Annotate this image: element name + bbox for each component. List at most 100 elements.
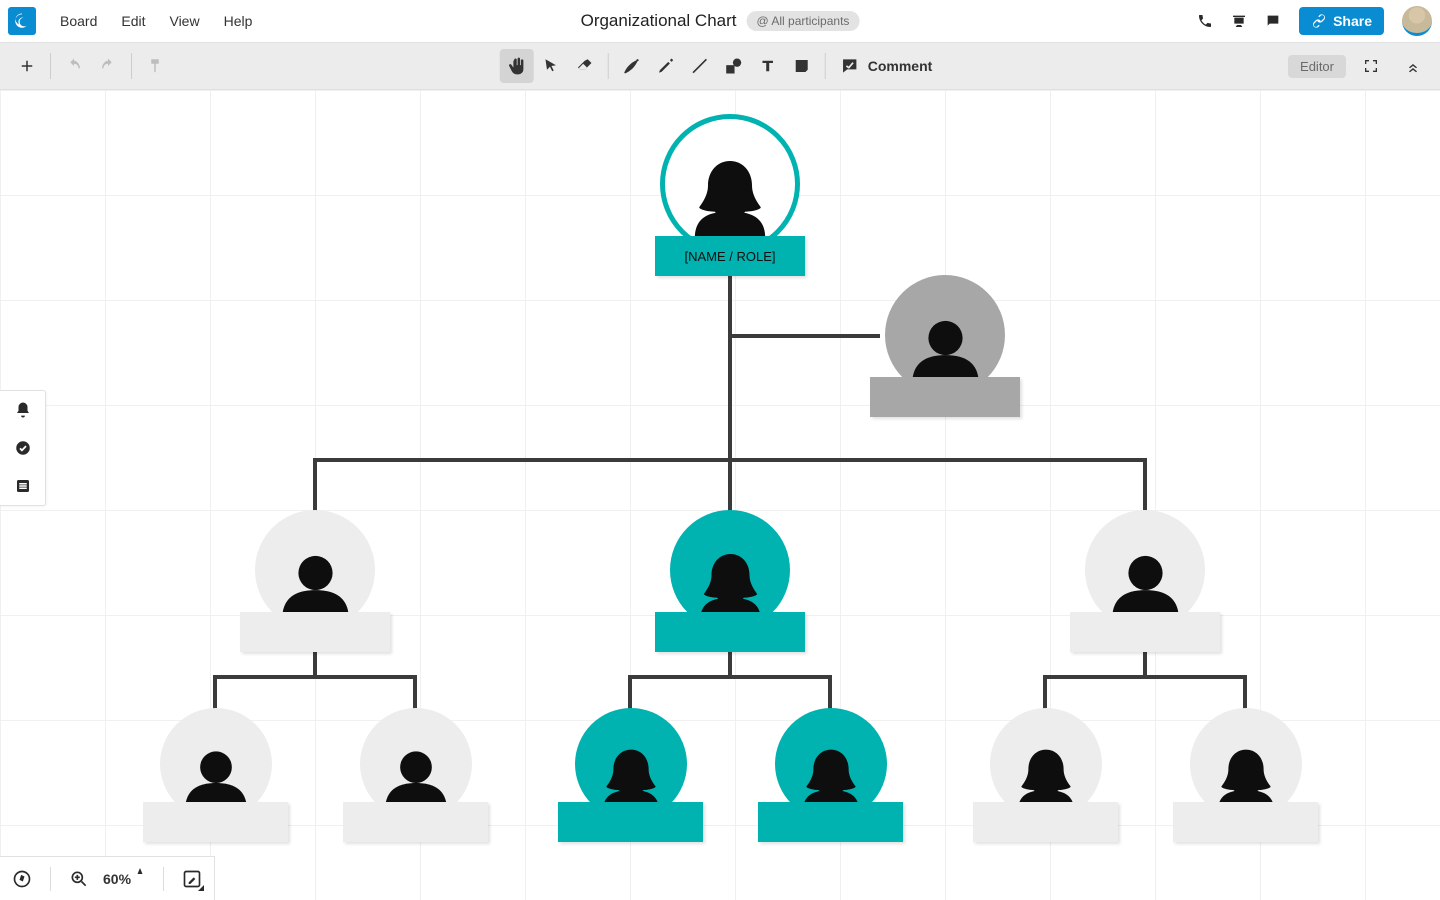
marker-icon — [656, 56, 676, 76]
format-painter-button[interactable] — [138, 49, 172, 83]
collapse-button[interactable] — [1396, 49, 1430, 83]
person-female-icon — [675, 139, 785, 249]
plus-icon — [18, 57, 36, 75]
connector — [728, 648, 732, 678]
connector — [213, 675, 417, 679]
eraser-icon — [576, 57, 594, 75]
shape-tool[interactable] — [717, 49, 751, 83]
pen-icon — [622, 56, 642, 76]
org-node[interactable] — [1173, 708, 1318, 842]
doc-title-area: Organizational Chart @ All participants — [581, 11, 860, 31]
phone-icon[interactable] — [1197, 13, 1213, 29]
separator — [163, 867, 164, 891]
eraser-tool[interactable] — [568, 49, 602, 83]
tool-cluster: Comment — [500, 49, 941, 83]
redo-icon — [99, 57, 117, 75]
separator — [608, 53, 609, 79]
menu-view[interactable]: View — [157, 13, 211, 29]
org-node[interactable] — [758, 708, 903, 842]
connector — [728, 260, 732, 458]
canvas[interactable]: [NAME / ROLE] — [0, 90, 1440, 900]
compass-button[interactable] — [12, 869, 32, 889]
notifications-button[interactable] — [14, 401, 32, 419]
chevrons-up-icon — [1405, 58, 1421, 74]
comment-button[interactable]: Comment — [832, 56, 941, 76]
list-button[interactable] — [14, 477, 32, 495]
org-node[interactable] — [655, 510, 805, 652]
compass-icon — [12, 869, 32, 889]
redo-button[interactable] — [91, 49, 125, 83]
org-node[interactable] — [343, 708, 488, 842]
zoom-in-button[interactable] — [69, 869, 89, 889]
connector — [628, 675, 832, 679]
link-icon — [1311, 13, 1327, 29]
bell-icon — [14, 401, 32, 419]
note-tool[interactable] — [785, 49, 819, 83]
separator — [50, 53, 51, 79]
bottom-bar: 60% — [0, 856, 215, 900]
menubar-right: Share — [1197, 6, 1432, 36]
share-label: Share — [1333, 13, 1372, 29]
menu-board[interactable]: Board — [48, 13, 109, 29]
line-tool[interactable] — [683, 49, 717, 83]
undo-icon — [65, 57, 83, 75]
check-circle-icon — [14, 439, 32, 457]
org-node[interactable] — [1070, 510, 1220, 652]
org-node[interactable] — [558, 708, 703, 842]
line-icon — [690, 56, 710, 76]
connector — [313, 648, 317, 678]
connector — [728, 458, 732, 518]
select-tool[interactable] — [534, 49, 568, 83]
participants-pill[interactable]: @ All participants — [747, 11, 860, 31]
org-chart: [NAME / ROLE] — [0, 90, 1440, 900]
comment-label: Comment — [868, 58, 933, 74]
share-button[interactable]: Share — [1299, 7, 1384, 35]
format-painter-icon — [146, 57, 164, 75]
pen-tool[interactable] — [615, 49, 649, 83]
separator — [50, 867, 51, 891]
edit-button[interactable] — [182, 869, 202, 889]
org-node[interactable] — [143, 708, 288, 842]
note-icon — [793, 57, 811, 75]
connector — [728, 334, 880, 338]
tasks-button[interactable] — [14, 439, 32, 457]
fullscreen-button[interactable] — [1354, 49, 1388, 83]
org-node-assistant[interactable] — [870, 275, 1020, 417]
marker-tool[interactable] — [649, 49, 683, 83]
role-pill[interactable]: Editor — [1288, 55, 1346, 78]
org-node[interactable] — [240, 510, 390, 652]
user-avatar[interactable] — [1402, 6, 1432, 36]
text-tool[interactable] — [751, 49, 785, 83]
comment-icon — [840, 56, 860, 76]
shapes-icon — [724, 56, 744, 76]
edit-icon — [182, 869, 202, 889]
connector — [1043, 675, 1247, 679]
separator — [131, 53, 132, 79]
toolbar: Comment Editor — [0, 42, 1440, 90]
org-node[interactable] — [973, 708, 1118, 842]
connector — [1143, 458, 1147, 518]
org-node-label: [NAME / ROLE] — [684, 249, 775, 264]
toolbar-right: Editor — [1288, 49, 1430, 83]
doc-title[interactable]: Organizational Chart — [581, 11, 737, 31]
menu-edit[interactable]: Edit — [109, 13, 157, 29]
connector — [313, 458, 317, 518]
zoom-in-icon — [69, 869, 89, 889]
menu-help[interactable]: Help — [212, 13, 265, 29]
pan-tool[interactable] — [500, 49, 534, 83]
text-icon — [759, 57, 777, 75]
present-icon[interactable] — [1231, 13, 1247, 29]
app-logo[interactable] — [8, 7, 36, 35]
org-node-root[interactable]: [NAME / ROLE] — [655, 114, 805, 276]
connector — [1143, 648, 1147, 678]
left-rail — [0, 390, 46, 506]
cursor-icon — [542, 57, 560, 75]
fullscreen-icon — [1363, 58, 1379, 74]
chat-icon[interactable] — [1265, 13, 1281, 29]
zoom-level[interactable]: 60% — [103, 871, 145, 887]
add-button[interactable] — [10, 49, 44, 83]
undo-button[interactable] — [57, 49, 91, 83]
list-icon — [14, 477, 32, 495]
separator — [825, 53, 826, 79]
hand-icon — [507, 56, 527, 76]
